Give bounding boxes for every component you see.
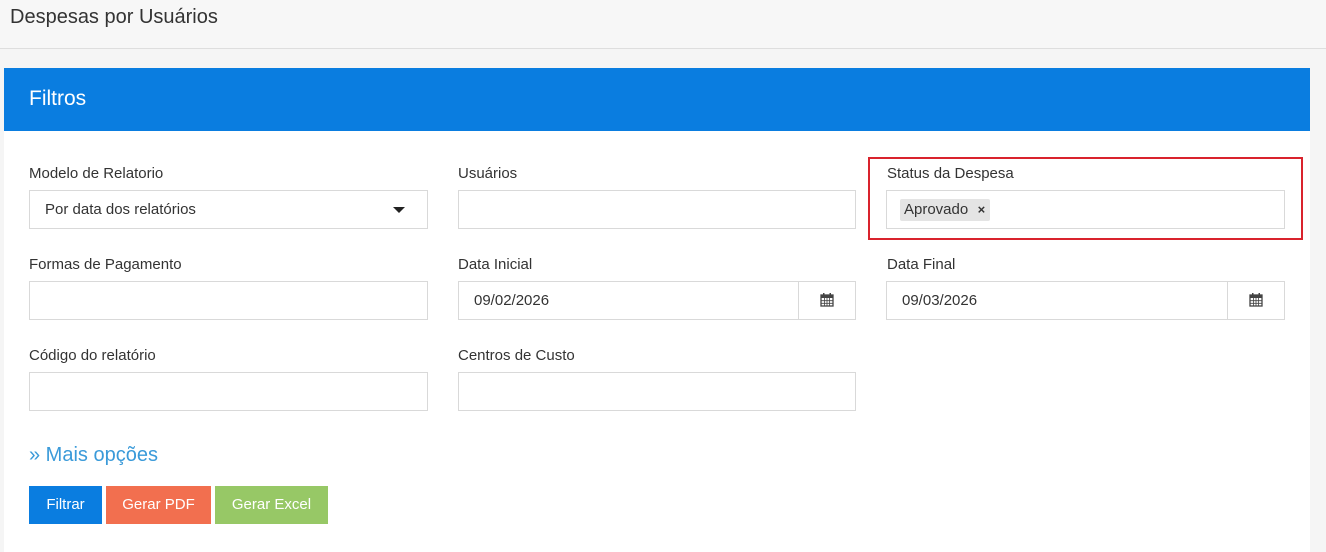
calendar-icon — [1249, 293, 1263, 307]
filtrar-button[interactable]: Filtrar — [29, 486, 102, 524]
panel-heading: Filtros — [4, 68, 1310, 131]
page-title: Despesas por Usuários — [10, 6, 218, 28]
data-inicial-input[interactable]: 09/02/2026 — [458, 281, 856, 320]
calendar-icon — [820, 293, 834, 307]
data-inicial-label: Data Inicial — [458, 256, 533, 273]
data-final-input[interactable]: 09/03/2026 — [886, 281, 1285, 320]
centros-input[interactable] — [458, 372, 856, 411]
codigo-input[interactable] — [29, 372, 428, 411]
gerar-pdf-button[interactable]: Gerar PDF — [106, 486, 211, 524]
modelo-label: Modelo de Relatorio — [29, 165, 164, 182]
data-final-calendar-button[interactable] — [1227, 282, 1284, 319]
data-final-value: 09/03/2026 — [902, 292, 978, 309]
usuarios-input[interactable] — [458, 190, 856, 229]
chevron-down-icon — [393, 207, 405, 213]
panel-title: Filtros — [29, 87, 87, 110]
codigo-label: Código do relatório — [29, 347, 156, 364]
formas-input[interactable] — [29, 281, 428, 320]
centros-label: Centros de Custo — [458, 347, 575, 364]
modelo-select[interactable]: Por data dos relatórios — [29, 190, 428, 229]
modelo-selected-value: Por data dos relatórios — [45, 201, 196, 218]
formas-label: Formas de Pagamento — [29, 256, 182, 273]
status-highlight-box — [868, 157, 1303, 240]
gerar-excel-button[interactable]: Gerar Excel — [215, 486, 328, 524]
data-inicial-value: 09/02/2026 — [474, 292, 550, 309]
page-header: Despesas por Usuários — [0, 0, 1326, 49]
filters-panel: Filtros Modelo de Relatorio Por data dos… — [4, 68, 1310, 552]
more-options-link[interactable]: » Mais opções — [29, 444, 158, 467]
usuarios-label: Usuários — [458, 165, 518, 182]
data-final-label: Data Final — [887, 256, 956, 273]
data-inicial-calendar-button[interactable] — [798, 282, 855, 319]
